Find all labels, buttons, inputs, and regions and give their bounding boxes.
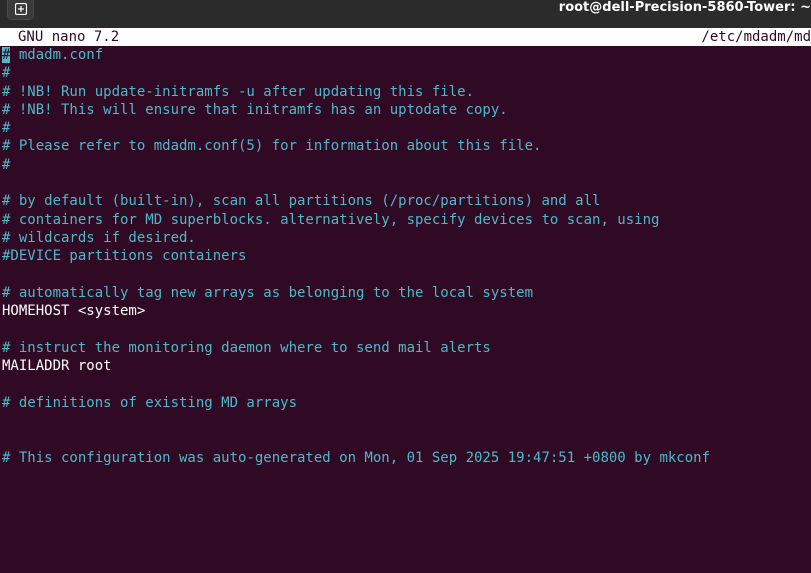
window-title: root@dell-Precision-5860-Tower: ~ [558, 0, 811, 15]
editor-line: #DEVICE partitions containers [2, 248, 247, 265]
editor-line: # [2, 120, 11, 137]
editor-line: # This configuration was auto-generated … [2, 449, 711, 466]
editor-line: # [2, 65, 11, 82]
editor-line: HOMEHOST <system> [2, 303, 146, 320]
new-tab-button[interactable] [7, 0, 34, 20]
editor-line: # !NB! This will ensure that initramfs h… [2, 101, 508, 118]
editor-line: # mdadm.conf [2, 46, 811, 64]
editor-line: # [2, 156, 11, 173]
editor-line-text: mdadm.conf [10, 47, 104, 63]
nano-header-bar: GNU nano 7.2 /etc/mdadm/md [0, 28, 811, 46]
editor-line: # instruct the monitoring daemon where t… [2, 339, 491, 356]
editor-line: # wildcards if desired. [2, 229, 196, 246]
editor-line: MAILADDR root [2, 358, 112, 375]
editor-line: # definitions of existing MD arrays [2, 394, 298, 411]
editor-line: # containers for MD superblocks. alterna… [2, 211, 660, 228]
terminal-window: root@dell-Precision-5860-Tower: ~ GNU na… [0, 0, 811, 573]
editor-line: # !NB! Run update-initramfs -u after upd… [2, 83, 475, 100]
nano-filename: /etc/mdadm/md [701, 29, 811, 45]
editor-line: # automatically tag new arrays as belong… [2, 284, 534, 301]
nano-version: GNU nano 7.2 [18, 29, 120, 45]
title-bar: root@dell-Precision-5860-Tower: ~ [0, 0, 811, 29]
new-tab-icon [15, 3, 27, 15]
editor-line: # Please refer to mdadm.conf(5) for info… [2, 138, 542, 155]
editor-buffer[interactable]: # mdadm.conf # # !NB! Run update-initramfs… [2, 46, 811, 467]
editor-line: # by default (built-in), scan all partit… [2, 193, 601, 210]
